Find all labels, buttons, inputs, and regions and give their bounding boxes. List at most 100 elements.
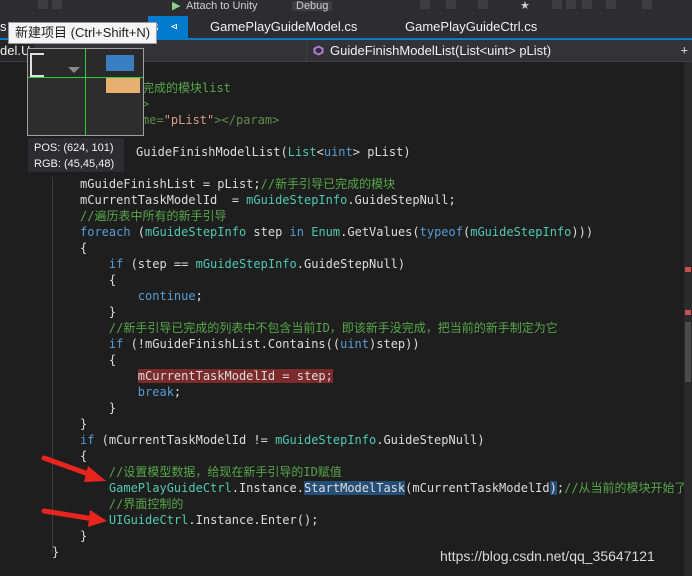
scrollbar-thumb[interactable]: [685, 322, 691, 382]
pixel-info-panel: POS: (624, 101) RGB: (45,45,48): [28, 138, 124, 172]
code-line[interactable]: }: [80, 304, 116, 320]
open-icon[interactable]: [38, 0, 48, 9]
code-line[interactable]: mCurrentTaskModelId = mGuideStepInfo.Gui…: [80, 192, 456, 208]
pin-icon[interactable]: ⊲: [171, 16, 178, 38]
save-icon[interactable]: [52, 0, 62, 9]
code-token: {: [80, 241, 88, 255]
code-token: //新手引导已完成的列表中不包含当前ID，即该新手没完成，把当前的新手制定为它: [108, 321, 558, 335]
code-line[interactable]: if (!mGuideFinishList.Contains((uint)ste…: [80, 336, 420, 352]
code-line[interactable]: mCurrentTaskModelId = step;: [80, 368, 333, 384]
tab-gameplay-guide-model[interactable]: GamePlayGuideModel.cs: [210, 16, 357, 38]
code-token: (: [130, 225, 146, 239]
toolbar-icon-a[interactable]: [420, 0, 430, 9]
code-token: break: [137, 385, 174, 399]
code-line[interactable]: GuideFinishModelList(List<uint> pList): [136, 144, 411, 160]
code-token: me=: [142, 113, 164, 127]
code-token: continue: [137, 289, 196, 303]
magnifier-panel: [27, 48, 144, 136]
code-token: 完成的模块list: [142, 81, 231, 95]
member-dropdown-label: GuideFinishModelList(List<uint> pList): [330, 43, 552, 58]
code-line[interactable]: }: [80, 416, 87, 432]
toolbar-icon-c[interactable]: [478, 0, 488, 9]
fold-guide: [52, 177, 53, 553]
code-token: step: [246, 225, 290, 239]
code-line[interactable]: break;: [80, 384, 181, 400]
code-token: mGuideStepInfo: [246, 193, 348, 207]
code-line[interactable]: }: [80, 400, 116, 416]
rgb-label: RGB:: [34, 158, 61, 170]
code-token: //从当前的模块开始了: [564, 481, 686, 495]
code-token: (step ==: [123, 257, 196, 271]
pos-label: POS:: [34, 142, 61, 154]
annotation-arrow-2: [41, 508, 107, 527]
code-line[interactable]: UIGuideCtrl.Instance.Enter();: [80, 512, 319, 528]
code-token: )step)): [369, 337, 420, 351]
code-line[interactable]: if (step == mGuideStepInfo.GuideStepNull…: [80, 256, 405, 272]
code-line[interactable]: foreach (mGuideStepInfo step in Enum.Get…: [80, 224, 593, 240]
toolbar-icon-e[interactable]: [566, 0, 576, 9]
code-line[interactable]: 完成的模块list: [142, 80, 231, 96]
method-icon: [313, 45, 324, 56]
code-line[interactable]: mGuideFinishList = pList;//新手引导已完成的模块: [80, 176, 395, 192]
attach-to-unity-button[interactable]: Attach to Unity: [186, 1, 258, 12]
code-token: mGuideStepInfo: [275, 433, 377, 447]
bookmark-icon[interactable]: ★: [520, 1, 530, 12]
code-token: //界面控制的: [108, 497, 184, 511]
code-token: (mCurrentTaskModelId !=: [94, 433, 276, 447]
toolbar: ▶ Attach to Unity Debug ★: [0, 0, 692, 16]
code-token: uint: [323, 145, 353, 159]
code-token: ></param>: [214, 113, 280, 127]
member-dropdown[interactable]: GuideFinishModelList(List<uint> pList): [306, 40, 692, 61]
code-token: .GuideStepNull): [376, 433, 485, 447]
code-token: }: [80, 401, 117, 415]
toolbar-icon-f[interactable]: [582, 0, 592, 9]
play-icon[interactable]: ▶: [172, 1, 180, 12]
tab-partial[interactable]: s: [0, 16, 8, 38]
scroll-marker-1: [685, 267, 691, 272]
toolbar-icon-h[interactable]: [642, 0, 652, 9]
toolbar-icon-d[interactable]: [552, 0, 562, 9]
crosshair-vertical: [85, 49, 86, 135]
code-line[interactable]: {: [80, 240, 87, 256]
tab-gameplay-guide-ctrl[interactable]: GamePlayGuideCtrl.cs: [405, 16, 537, 38]
toolbar-icon-b[interactable]: [446, 0, 456, 9]
code-token: .GuideStepNull): [296, 257, 406, 271]
split-icon[interactable]: +: [681, 40, 688, 61]
code-token: }: [52, 545, 60, 559]
toolbar-icon-g[interactable]: [606, 0, 616, 9]
code-token: UIGuideCtrl: [108, 513, 189, 527]
code-token: foreach: [80, 225, 131, 239]
code-token: //遍历表中所有的新手引导: [80, 209, 227, 223]
new-project-tooltip: 新建项目 (Ctrl+Shift+N): [8, 22, 158, 44]
code-line[interactable]: //遍历表中所有的新手引导: [80, 208, 226, 224]
code-line[interactable]: {: [80, 352, 116, 368]
magnified-icon-blue: [106, 55, 134, 71]
code-token: //设置模型数据，给现在新手引导的ID赋值: [108, 465, 342, 479]
config-select[interactable]: Debug: [292, 1, 333, 12]
code-token: if: [108, 337, 124, 351]
watermark: https://blog.csdn.net/qq_35647121: [440, 548, 655, 564]
code-token: "pList": [163, 113, 215, 127]
code-line[interactable]: me="pList"></param>: [142, 112, 279, 128]
code-token: GamePlayGuideCtrl: [108, 481, 232, 495]
code-token: > pList): [352, 145, 411, 159]
code-line[interactable]: {: [80, 272, 116, 288]
code-token: mGuideStepInfo: [195, 257, 297, 271]
rgb-readout: RGB: (45,45,48): [34, 156, 124, 172]
code-line[interactable]: continue;: [80, 288, 203, 304]
vertical-scrollbar[interactable]: [684, 62, 692, 576]
code-line[interactable]: //设置模型数据，给现在新手引导的ID赋值: [80, 464, 342, 480]
code-token: (mCurrentTaskModelId: [405, 481, 550, 495]
crosshair-horizontal: [28, 77, 143, 78]
code-line[interactable]: }: [52, 544, 59, 560]
code-token: {: [80, 353, 117, 367]
code-line[interactable]: GamePlayGuideCtrl.Instance.StartModelTas…: [80, 480, 686, 496]
code-line[interactable]: if (mCurrentTaskModelId != mGuideStepInf…: [80, 432, 485, 448]
code-token: mCurrentTaskModelId =: [80, 193, 247, 207]
code-line[interactable]: }: [80, 528, 87, 544]
code-line[interactable]: //新手引导已完成的列表中不包含当前ID，即该新手没完成，把当前的新手制定为它: [80, 320, 558, 336]
code-token: if: [108, 257, 124, 271]
